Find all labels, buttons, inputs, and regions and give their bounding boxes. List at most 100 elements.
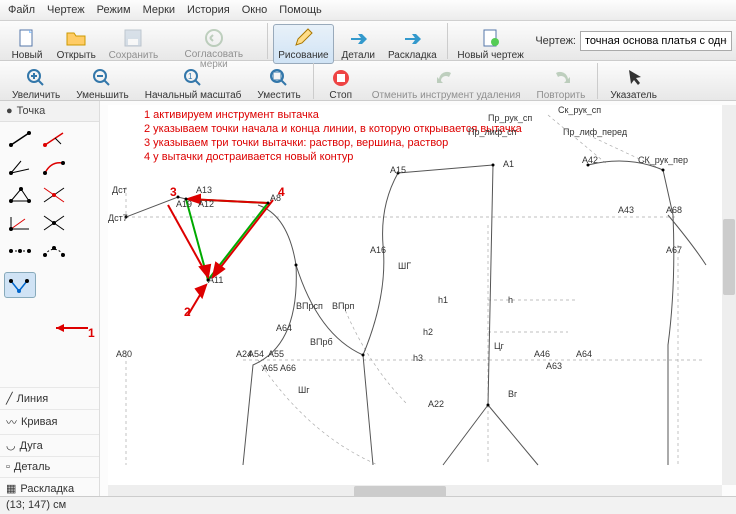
ann-2: 2 (184, 305, 191, 319)
tool-angle[interactable] (4, 154, 36, 180)
lbl-a15: А15 (390, 165, 406, 175)
canvas-wrap: 1 активируем инструмент вытачка 2 указыв… (100, 101, 736, 499)
arrow-right-icon (347, 27, 369, 49)
dart-tool-row (0, 268, 99, 302)
point-tool-grid (0, 122, 99, 268)
bullet-icon: ● (6, 105, 13, 117)
draw-mode-button[interactable]: Рисование (273, 24, 334, 64)
tool-point-on-arc[interactable] (38, 238, 70, 264)
open-icon (65, 27, 87, 49)
lbl-a13: А13 (196, 185, 212, 195)
pointer-icon (623, 67, 645, 89)
scroll-thumb-v[interactable] (723, 219, 735, 295)
cat-line[interactable]: ╱Линия (0, 387, 99, 409)
menu-help[interactable]: Помощь (279, 4, 322, 16)
new-drawing-button[interactable]: Новый чертеж (453, 24, 528, 64)
tool-triangle[interactable] (4, 182, 36, 208)
tool-point-on-line[interactable] (4, 238, 36, 264)
undo-button[interactable]: Отменить инструмент удаления (365, 64, 528, 104)
drawing-canvas[interactable]: 1 активируем инструмент вытачка 2 указыв… (108, 105, 722, 485)
tool-perpendicular[interactable] (38, 126, 70, 152)
arrow-1 (50, 318, 90, 338)
section-point[interactable]: ● Точка (0, 101, 99, 122)
lbl-a55: А55 (268, 349, 284, 359)
status-coords: (13; 147) см (6, 499, 66, 511)
menu-mode[interactable]: Режим (97, 4, 131, 16)
details-mode-button[interactable]: Детали (336, 24, 381, 64)
menu-window[interactable]: Окно (242, 4, 268, 16)
svg-text:1: 1 (188, 72, 193, 81)
lbl-sk-ruk-per: СК_рук_пер (638, 155, 688, 165)
arc-icon: ◡ (6, 439, 16, 452)
lbl-a22: А22 (428, 399, 444, 409)
sync-icon (203, 27, 225, 49)
layout-mode-button[interactable]: Раскладка (383, 24, 442, 64)
lbl-a65: А65 (262, 363, 278, 373)
menu-drawing[interactable]: Чертеж (47, 4, 85, 16)
tool-intersection-red[interactable] (38, 182, 70, 208)
curve-icon: 〰 (6, 414, 17, 430)
content-area: ● Точка ╱Линия 〰Кривая ◡Дуга ▫Деталь ▦Ра… (0, 101, 736, 499)
lbl-h2: h2 (423, 327, 433, 337)
new-button[interactable]: Новый (5, 24, 49, 64)
lbl-a8: А8 (270, 193, 281, 203)
zoom-in-button[interactable]: Увеличить (5, 64, 67, 104)
cat-detail[interactable]: ▫Деталь (0, 456, 99, 477)
arrow-right-icon (401, 27, 423, 49)
lbl-a68: А68 (666, 205, 682, 215)
lbl-a64: А64 (276, 323, 292, 333)
tool-segment[interactable] (4, 126, 36, 152)
tool-bisector[interactable] (4, 210, 36, 236)
lbl-bg: Вг (508, 389, 517, 399)
main-toolbar: Новый Открыть Сохранить Согласовать мерк… (0, 21, 736, 61)
side-category-list: ╱Линия 〰Кривая ◡Дуга ▫Деталь ▦Раскладка (0, 387, 99, 499)
open-button[interactable]: Открыть (51, 24, 101, 64)
lbl-h3: h3 (413, 353, 423, 363)
save-icon (122, 27, 144, 49)
lbl-a54: А54 (248, 349, 264, 359)
tool-intersection[interactable] (38, 210, 70, 236)
lbl-a1: А1 (503, 159, 514, 169)
tool-sidebar: ● Точка ╱Линия 〰Кривая ◡Дуга ▫Деталь ▦Ра… (0, 101, 100, 499)
lbl-cg: Цг (494, 341, 504, 351)
lbl-shg2: Шг (298, 385, 310, 395)
drawing-name-input[interactable] (580, 31, 732, 51)
lbl-a11: А11 (208, 275, 223, 285)
menu-file[interactable]: Файл (8, 4, 35, 16)
tool-shoulder[interactable] (38, 154, 70, 180)
zoom-out-button[interactable]: Уменьшить (69, 64, 135, 104)
lbl-vprb: ВПрб (310, 337, 333, 347)
zoom-in-icon (25, 67, 47, 89)
stop-icon (330, 67, 352, 89)
redo-button[interactable]: Повторить (530, 64, 593, 104)
vertical-scrollbar[interactable] (722, 105, 736, 485)
zoom-toolbar: Увеличить Уменьшить 1 Начальный масштаб … (0, 61, 736, 101)
menu-history[interactable]: История (187, 4, 230, 16)
save-button[interactable]: Сохранить (103, 24, 163, 64)
drawing-field-label: Чертеж: (535, 35, 576, 47)
new-drawing-icon (480, 27, 502, 49)
zoom-fit-icon (268, 67, 290, 89)
menu-measures[interactable]: Мерки (143, 4, 175, 16)
lbl-a63: А63 (546, 361, 562, 371)
cat-arc[interactable]: ◡Дуга (0, 434, 99, 456)
lbl-sk-ruk-sp: Ск_рук_сп (558, 105, 601, 115)
pencil-icon (292, 27, 314, 49)
menu-bar: Файл Чертеж Режим Мерки История Окно Пом… (0, 0, 736, 21)
detail-icon: ▫ (6, 461, 10, 473)
line-icon: ╱ (6, 392, 13, 405)
lbl-a64b: А64 (576, 349, 592, 359)
lbl-a12: А12 (198, 199, 214, 209)
cat-curve[interactable]: 〰Кривая (0, 409, 99, 434)
lbl-a66: А66 (280, 363, 296, 373)
lbl-dst: Дст (112, 185, 127, 195)
pointer-button[interactable]: Указатель (603, 64, 664, 104)
stop-button[interactable]: Стоп (319, 64, 363, 104)
lbl-pr-lif-sp: Пр_лиф_сп (468, 127, 517, 137)
undo-icon (435, 67, 457, 89)
tool-dart[interactable] (4, 272, 36, 298)
sync-measures-button[interactable]: Согласовать мерки (165, 24, 262, 73)
redo-icon (550, 67, 572, 89)
lbl-pr-ruk-sp: Пр_рук_сп (488, 113, 532, 123)
layout-icon: ▦ (6, 482, 16, 495)
